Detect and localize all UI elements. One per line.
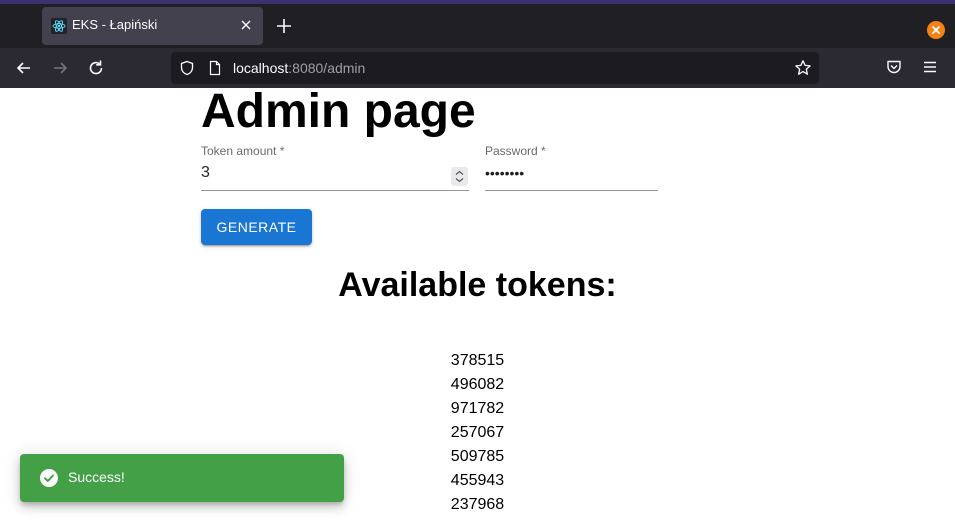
number-stepper[interactable] bbox=[451, 167, 468, 186]
password-label: Password * bbox=[485, 144, 546, 158]
navigation-bar: localhost:8080/admin bbox=[0, 48, 955, 88]
list-item: 257067 bbox=[450, 424, 505, 441]
password-input[interactable]: •••••••• bbox=[485, 165, 524, 181]
reload-icon[interactable] bbox=[86, 58, 106, 78]
arrow-left-icon[interactable] bbox=[14, 58, 34, 78]
list-item: 971782 bbox=[450, 400, 505, 417]
available-tokens-heading: Available tokens: bbox=[338, 266, 617, 304]
token-amount-label: Token amount * bbox=[201, 144, 285, 158]
token-amount-input[interactable]: 3 bbox=[201, 164, 210, 182]
list-item: 378515 bbox=[450, 352, 505, 369]
hamburger-menu-icon[interactable] bbox=[921, 58, 939, 76]
tab-bar: EKS - Łapiński bbox=[0, 4, 955, 48]
star-icon[interactable] bbox=[794, 59, 812, 77]
window-close-icon[interactable] bbox=[927, 21, 945, 39]
tab-active[interactable]: EKS - Łapiński bbox=[42, 7, 263, 45]
token-amount-underline bbox=[201, 190, 469, 191]
stepper-arrows-icon[interactable] bbox=[451, 167, 468, 186]
react-logo-icon bbox=[51, 18, 67, 34]
url-text[interactable]: localhost:8080/admin bbox=[233, 60, 365, 76]
snackbar-message: Success! bbox=[68, 469, 125, 485]
close-icon[interactable] bbox=[238, 17, 254, 33]
url-host: localhost bbox=[233, 60, 289, 76]
generate-button[interactable]: GENERATE bbox=[201, 209, 312, 245]
arrow-right-icon[interactable] bbox=[50, 58, 70, 78]
password-underline bbox=[485, 190, 658, 191]
shield-icon[interactable] bbox=[179, 60, 195, 76]
page-title: Admin page bbox=[201, 88, 476, 138]
page-icon[interactable] bbox=[207, 60, 223, 76]
url-path: :8080/admin bbox=[288, 60, 366, 76]
plus-icon[interactable] bbox=[275, 17, 293, 35]
tab-title: EKS - Łapiński bbox=[72, 17, 158, 32]
password-field[interactable]: Password * •••••••• bbox=[485, 144, 658, 192]
url-bar[interactable]: localhost:8080/admin bbox=[171, 52, 819, 84]
token-amount-field[interactable]: Token amount * 3 bbox=[201, 144, 469, 192]
check-circle-icon bbox=[40, 469, 58, 487]
success-snackbar: Success! bbox=[20, 454, 344, 502]
pocket-icon[interactable] bbox=[885, 58, 903, 76]
list-item: 496082 bbox=[450, 376, 505, 393]
